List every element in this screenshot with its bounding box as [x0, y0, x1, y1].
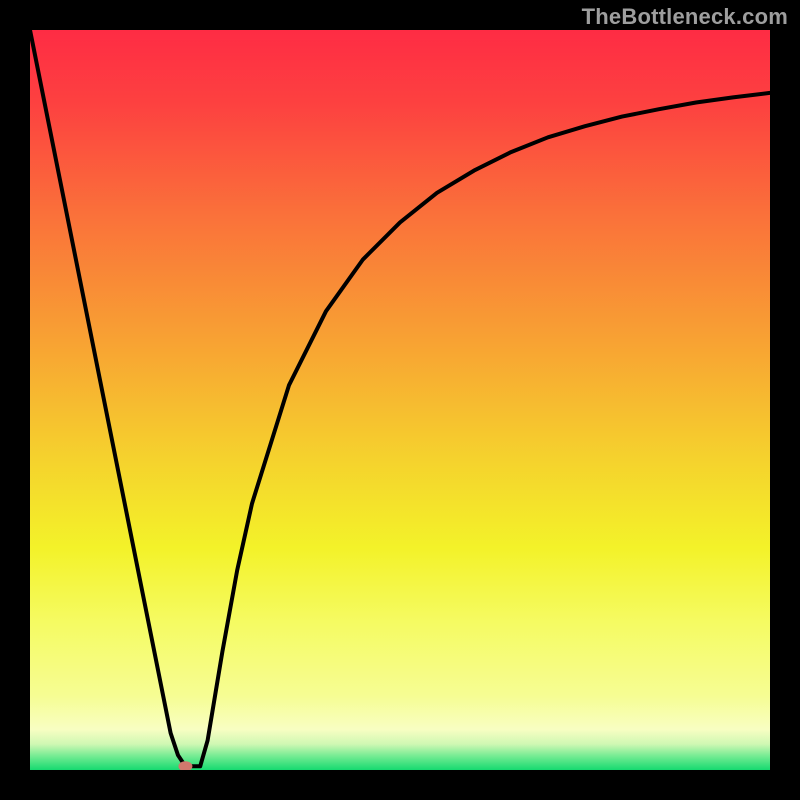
chart-stage: TheBottleneck.com [0, 0, 800, 800]
chart-plot [30, 30, 770, 770]
plot-background [30, 30, 770, 770]
watermark-text: TheBottleneck.com [582, 4, 788, 30]
